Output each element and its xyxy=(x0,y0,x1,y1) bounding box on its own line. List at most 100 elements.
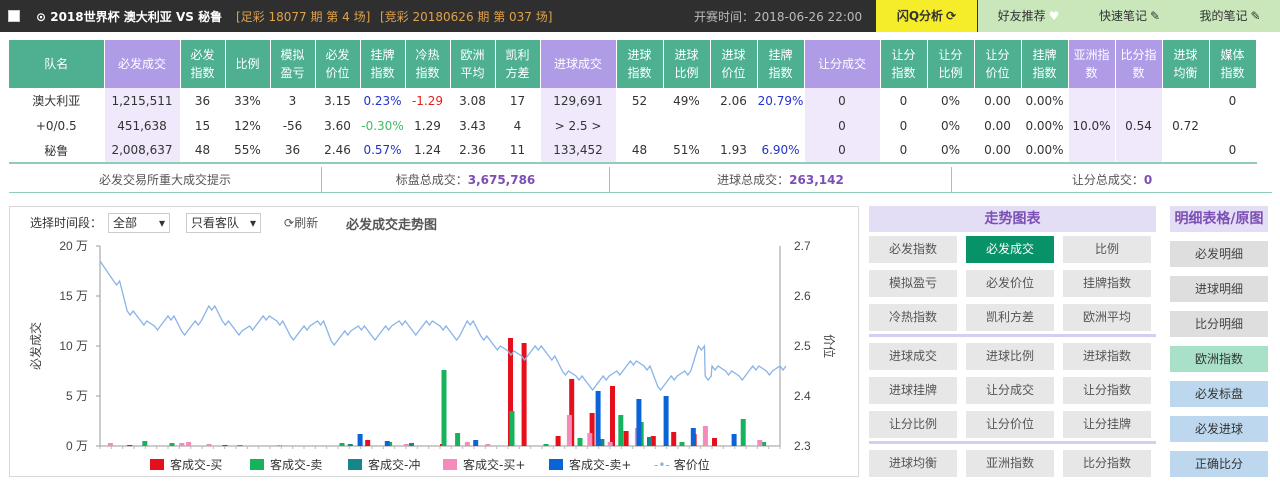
trend-button[interactable]: 进球均衡 xyxy=(869,450,957,477)
bar xyxy=(206,444,212,446)
bar xyxy=(384,441,390,446)
trend-button[interactable]: 让分比例 xyxy=(869,411,957,438)
detail-button[interactable]: 必发进球 xyxy=(1170,416,1268,442)
table-cell: 2,008,637 xyxy=(104,138,181,164)
trend-button[interactable]: 让分成交 xyxy=(966,377,1054,404)
bar xyxy=(690,428,696,446)
team-filter-select[interactable]: 只看客队 ▾ xyxy=(186,213,261,233)
column-header[interactable]: 挂牌指数 xyxy=(1021,40,1069,88)
table-cell xyxy=(1068,138,1116,164)
bar xyxy=(169,443,175,446)
detail-button[interactable]: 进球明细 xyxy=(1170,276,1268,302)
column-header[interactable]: 冷热指数 xyxy=(405,40,451,88)
table-cell: 0 xyxy=(880,138,928,164)
legend-label: 客价位 xyxy=(673,458,710,472)
table-cell: 3.15 xyxy=(315,88,361,113)
trend-button[interactable]: 欧洲平均 xyxy=(1063,304,1151,331)
trend-button[interactable]: 亚洲指数 xyxy=(966,450,1054,477)
column-header[interactable]: 让分价位 xyxy=(974,40,1022,88)
trend-button[interactable]: 必发价位 xyxy=(966,270,1054,297)
table-cell: 0 xyxy=(804,113,881,138)
bar xyxy=(347,444,353,446)
y-tick-label: 5 万 xyxy=(66,389,88,403)
legend-item-hedge: 客成交-冲 xyxy=(348,456,420,473)
lottery-info-2[interactable]: [竞彩 20180626 期 第 037 场] xyxy=(380,8,552,25)
table-cell: 48 xyxy=(616,138,664,164)
summary-bar: 必发交易所重大成交提示 标盘总成交：3,675,786 进球总成交：263,14… xyxy=(9,167,1272,193)
table-cell: 10.0% xyxy=(1068,113,1116,138)
detail-button[interactable]: 正确比分 xyxy=(1170,451,1268,477)
trend-button[interactable]: 让分挂牌 xyxy=(1063,411,1151,438)
column-header[interactable]: 进球均衡 xyxy=(1162,40,1210,88)
bar xyxy=(555,436,561,446)
trend-button[interactable]: 进球比例 xyxy=(966,343,1054,370)
column-header[interactable]: 挂牌指数 xyxy=(757,40,805,88)
select-checkbox[interactable] xyxy=(8,10,20,22)
my-notes-button[interactable]: 我的笔记 ✎ xyxy=(1180,0,1280,32)
y2-tick-label: 2.7 xyxy=(794,239,811,253)
trend-button[interactable]: 比分指数 xyxy=(1063,450,1151,477)
column-header[interactable]: 必发指数 xyxy=(180,40,226,88)
trend-button[interactable]: 进球指数 xyxy=(1063,343,1151,370)
edit-icon: ✎ xyxy=(1149,9,1161,23)
detail-button[interactable]: 比分明细 xyxy=(1170,311,1268,337)
trend-button[interactable]: 凯利方差 xyxy=(966,304,1054,331)
friend-recommend-button[interactable]: 好友推荐 ♥ xyxy=(978,0,1079,32)
column-header[interactable]: 进球价位 xyxy=(710,40,758,88)
trend-button[interactable]: 比例 xyxy=(1063,236,1151,263)
flash-analysis-button[interactable]: 闪Q分析 ⟳ xyxy=(876,0,977,32)
trend-button[interactable]: 冷热指数 xyxy=(869,304,957,331)
legend-item-buy-plus: 客成交-买+ xyxy=(443,456,525,473)
column-header[interactable]: 挂牌指数 xyxy=(360,40,406,88)
column-header[interactable]: 比分指数 xyxy=(1115,40,1163,88)
handicap-trade: 让分总成交：0 xyxy=(952,167,1272,192)
column-header[interactable]: 进球成交 xyxy=(540,40,617,88)
trend-button[interactable]: 模拟盈亏 xyxy=(869,270,957,297)
table-cell: 49% xyxy=(663,88,711,113)
kickoff-time: 开赛时间：2018-06-26 22:00 xyxy=(694,10,863,24)
column-header[interactable]: 让分成交 xyxy=(804,40,881,88)
column-header[interactable]: 进球指数 xyxy=(616,40,664,88)
trend-button[interactable]: 必发成交 xyxy=(966,236,1054,263)
trend-button[interactable]: 挂牌指数 xyxy=(1063,270,1151,297)
quick-note-button[interactable]: 快速笔记 ✎ xyxy=(1079,0,1180,32)
detail-button[interactable]: 必发明细 xyxy=(1170,241,1268,267)
lottery-info-1[interactable]: [足彩 18077 期 第 4 场] xyxy=(236,8,370,25)
column-header[interactable]: 必发成交 xyxy=(104,40,181,88)
trend-button[interactable]: 进球挂牌 xyxy=(869,377,957,404)
table-cell: 11 xyxy=(495,138,541,164)
column-header[interactable]: 比例 xyxy=(225,40,271,88)
match-title: ⊙ 2018世界杯 澳大利亚 VS 秘鲁 xyxy=(36,10,223,24)
column-header[interactable]: 亚洲指数 xyxy=(1068,40,1116,88)
bar xyxy=(179,443,185,446)
refresh-icon: ⟳ xyxy=(284,216,295,230)
detail-button[interactable]: 欧洲指数 xyxy=(1170,346,1268,372)
column-header[interactable]: 媒体指数 xyxy=(1209,40,1257,88)
bar xyxy=(663,396,669,446)
column-header[interactable]: 让分指数 xyxy=(880,40,928,88)
table-cell: 3.60 xyxy=(315,113,361,138)
column-header[interactable]: 队名 xyxy=(9,40,105,88)
refresh-button[interactable]: ⟳刷新 xyxy=(284,214,318,231)
column-header[interactable]: 凯利方差 xyxy=(495,40,541,88)
top-bar: ⊙ 2018世界杯 澳大利亚 VS 秘鲁 [足彩 18077 期 第 4 场] … xyxy=(0,0,1280,32)
trend-button[interactable]: 让分指数 xyxy=(1063,377,1151,404)
column-header[interactable]: 模拟盈亏 xyxy=(270,40,316,88)
column-header[interactable]: 让分比例 xyxy=(927,40,975,88)
trend-button[interactable]: 必发指数 xyxy=(869,236,957,263)
table-cell: 0 xyxy=(1209,88,1257,113)
bar xyxy=(464,442,470,446)
table-cell xyxy=(1068,88,1116,113)
column-header[interactable]: 欧洲平均 xyxy=(450,40,496,88)
detail-button[interactable]: 必发标盘 xyxy=(1170,381,1268,407)
bar xyxy=(276,445,282,446)
bar xyxy=(636,399,642,446)
chart-title: 必发成交走势图 xyxy=(346,218,438,233)
time-range-select[interactable]: 全部 ▾ xyxy=(108,213,170,233)
trend-button[interactable]: 进球成交 xyxy=(869,343,957,370)
trend-button[interactable]: 让分价位 xyxy=(966,411,1054,438)
column-header[interactable]: 进球比例 xyxy=(663,40,711,88)
column-header[interactable]: 必发价位 xyxy=(315,40,361,88)
bar xyxy=(357,434,363,446)
big-trade-notice[interactable]: 必发交易所重大成交提示 xyxy=(9,167,322,192)
